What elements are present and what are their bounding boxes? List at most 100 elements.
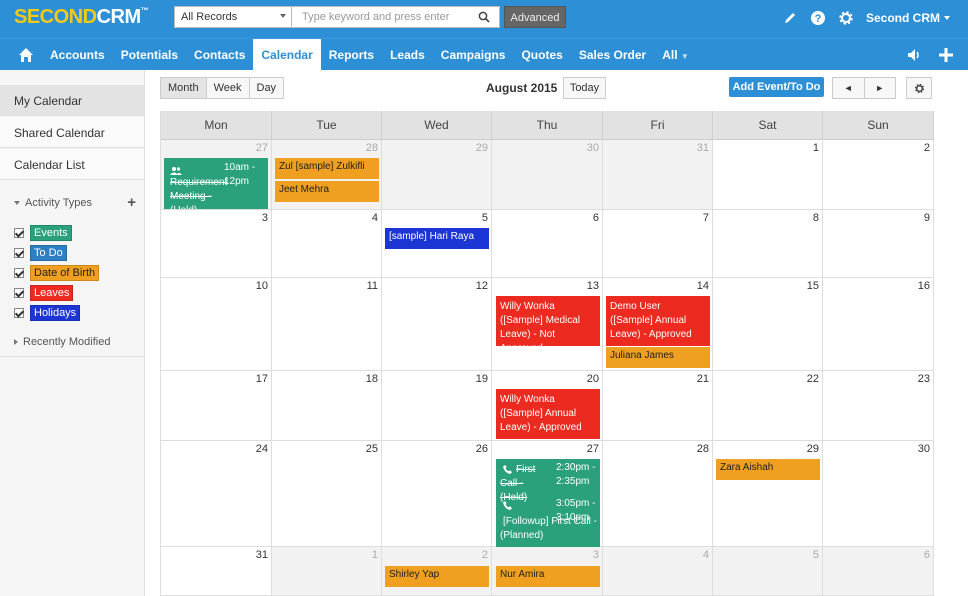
holiday-hari-raya[interactable]: [sample] Hari Raya [385, 228, 489, 249]
tag-leaves: Leaves [30, 285, 74, 301]
sidebar-item-my-calendar[interactable]: My Calendar [0, 85, 144, 116]
user-menu[interactable]: Second CRM [866, 11, 950, 25]
nav-contacts[interactable]: Contacts [186, 39, 253, 71]
view-week-button[interactable]: Week [206, 78, 250, 98]
day-cell[interactable]: 31 [603, 140, 713, 210]
checkbox-events[interactable] [14, 228, 24, 238]
day-cell[interactable]: 31 [161, 547, 272, 596]
event-followup-first-call[interactable]: 3:05pm - 3:10pm [Followup] First Call - … [496, 495, 600, 545]
birthday-jeet-mehra[interactable]: Jeet Mehra [275, 181, 379, 202]
day-cell[interactable]: 17 [161, 371, 272, 441]
day-cell[interactable]: 22 [713, 371, 823, 441]
month-grid: Mon Tue Wed Thu Fri Sat Sun 27 28 29 30 31 1 2… [160, 111, 934, 596]
checkbox-holidays[interactable] [14, 308, 24, 318]
day-cell[interactable]: 4 [603, 547, 713, 596]
today-button[interactable]: Today [563, 77, 606, 99]
view-day-button[interactable]: Day [249, 78, 284, 98]
day-cell[interactable]: 12 [382, 278, 492, 371]
nav-sales-order[interactable]: Sales Order [571, 39, 654, 71]
gear-icon[interactable] [838, 10, 854, 26]
nav-quotes[interactable]: Quotes [513, 39, 570, 71]
day-cell[interactable]: 25 [272, 441, 382, 547]
checkbox-leaves[interactable] [14, 288, 24, 298]
activity-type-holidays[interactable]: Holidays [14, 305, 81, 321]
day-cell[interactable]: 15 [713, 278, 823, 371]
event-first-call-held[interactable]: First Call - (Held) 2:30pm - 2:35pm [496, 459, 600, 503]
day-cell[interactable]: 16 [823, 278, 934, 371]
day-cell[interactable]: 29 [713, 441, 823, 547]
birthday-nur-amira[interactable]: Nur Amira [496, 566, 600, 587]
birthday-shirley-yap[interactable]: Shirley Yap [385, 566, 489, 587]
day-cell[interactable]: 29 [382, 140, 492, 210]
nav-accounts[interactable]: Accounts [42, 39, 113, 71]
search-icon[interactable] [478, 11, 490, 23]
recently-modified-header[interactable]: Recently Modified [0, 336, 144, 348]
nav-campaigns[interactable]: Campaigns [433, 39, 514, 71]
day-cell[interactable]: 26 [382, 441, 492, 547]
activity-type-leaves[interactable]: Leaves [14, 285, 74, 301]
day-cell[interactable]: 28 [603, 441, 713, 547]
birthday-zara-aishah[interactable]: Zara Aishah [716, 459, 820, 480]
day-cell[interactable]: 23 [823, 371, 934, 441]
event-requirement-meeting[interactable]: 10am - 12pm Requirement Meeting - (Held) [164, 158, 268, 209]
day-cell[interactable]: 5 [713, 547, 823, 596]
day-number: 10 [255, 280, 268, 292]
chevron-down-icon: ▼ [680, 52, 689, 61]
record-type-select[interactable]: All Records [174, 6, 292, 28]
plus-icon[interactable] [938, 47, 954, 63]
day-cell[interactable]: 18 [272, 371, 382, 441]
day-cell[interactable]: 30 [823, 441, 934, 547]
calendar-settings-button[interactable] [906, 77, 932, 99]
day-cell[interactable]: 10 [161, 278, 272, 371]
advanced-search-button[interactable]: Advanced [504, 6, 566, 28]
day-number: 12 [475, 280, 488, 292]
checkbox-dob[interactable] [14, 268, 24, 278]
day-number: 27 [586, 443, 599, 455]
event-title: Requirement Meeting - (Held) [170, 177, 228, 209]
leave-demo-user-annual[interactable]: Demo User ([Sample] Annual Leave) - Appr… [606, 296, 710, 346]
prev-month-button[interactable]: ◄ [833, 78, 865, 98]
day-cell[interactable]: 30 [492, 140, 603, 210]
help-icon[interactable]: ? [810, 10, 826, 26]
home-icon[interactable] [18, 47, 34, 63]
next-month-button[interactable]: ► [865, 78, 896, 98]
nav-potentials[interactable]: Potentials [113, 39, 186, 71]
nav-all-menu[interactable]: All ▼ [654, 39, 697, 71]
day-cell[interactable]: 6 [492, 210, 603, 278]
nav-calendar[interactable]: Calendar [253, 39, 321, 71]
day-cell[interactable]: 2 [823, 140, 934, 210]
day-cell[interactable]: 19 [382, 371, 492, 441]
day-cell[interactable]: 1 [272, 547, 382, 596]
checkbox-todo[interactable] [14, 248, 24, 258]
day-cell[interactable]: 8 [713, 210, 823, 278]
add-event-button[interactable]: Add Event/To Do [729, 77, 824, 97]
tag-holidays: Holidays [30, 305, 81, 321]
day-cell[interactable]: 4 [272, 210, 382, 278]
birthday-juliana-james[interactable]: Juliana James [606, 347, 710, 368]
day-cell[interactable]: 9 [823, 210, 934, 278]
view-month-button[interactable]: Month [161, 78, 207, 98]
add-activity-type-icon[interactable]: + [127, 194, 136, 211]
app-logo[interactable]: SECONDCRM™ [14, 6, 149, 29]
sidebar-item-calendar-list[interactable]: Calendar List [0, 149, 144, 180]
leave-willy-wonka-medical[interactable]: Willy Wonka ([Sample] Medical Leave) - N… [496, 296, 600, 346]
activity-type-todo[interactable]: To Do [14, 245, 67, 261]
day-cell[interactable]: 3 [161, 210, 272, 278]
activity-type-dob[interactable]: Date of Birth [14, 265, 100, 281]
nav-leads[interactable]: Leads [382, 39, 433, 71]
nav-reports[interactable]: Reports [321, 39, 382, 71]
day-cell[interactable]: 21 [603, 371, 713, 441]
birthday-zul-zulkifli[interactable]: Zul [sample] Zulkifli [275, 158, 379, 179]
sidebar-item-shared-calendar[interactable]: Shared Calendar [0, 117, 144, 148]
day-cell[interactable]: 11 [272, 278, 382, 371]
activity-type-events[interactable]: Events [14, 225, 72, 241]
day-cell[interactable]: 1 [713, 140, 823, 210]
pencil-icon[interactable] [782, 10, 798, 26]
day-cell[interactable]: 7 [603, 210, 713, 278]
day-cell[interactable]: 24 [161, 441, 272, 547]
leave-willy-wonka-annual[interactable]: Willy Wonka ([Sample] Annual Leave) - Ap… [496, 389, 600, 439]
search-input[interactable]: Type keyword and press enter [292, 6, 500, 28]
day-cell[interactable]: 6 [823, 547, 934, 596]
speaker-icon[interactable] [906, 47, 922, 63]
activity-types-header[interactable]: Activity Types + [0, 194, 144, 211]
